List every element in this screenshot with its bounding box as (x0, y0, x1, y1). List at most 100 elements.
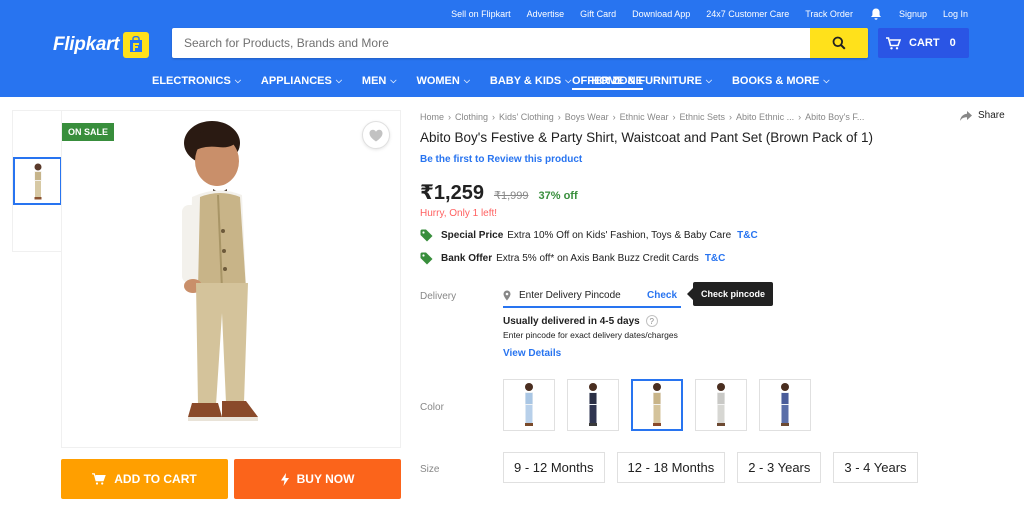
add-to-cart-button[interactable]: ADD TO CART (61, 459, 228, 499)
breadcrumb-kids-clothing[interactable]: Kids' Clothing (499, 112, 554, 122)
share-label: Share (978, 110, 1005, 121)
cart-icon (886, 36, 901, 49)
breadcrumb-clothing[interactable]: Clothing (455, 112, 488, 122)
offer-title: Bank Offer (441, 253, 493, 264)
offer-text: Extra 10% Off on Kids' Fashion, Toys & B… (507, 230, 732, 241)
chevron-down-icon: ⌵ (565, 76, 572, 85)
nav-appliances[interactable]: APPLIANCES ⌵ (261, 75, 342, 87)
nav-offer-zone[interactable]: OFFER ZONE (572, 75, 643, 90)
offer-title: Special Price (441, 230, 504, 241)
search-button[interactable] (810, 28, 868, 58)
category-nav: ELECTRONICS ⌵ APPLIANCES ⌵ MEN ⌵ WOMEN ⌵ BAB… (152, 75, 849, 90)
header-bar: Sell on Flipkart Advertise Gift Card Dow… (0, 0, 1024, 97)
cart-count: 0 (949, 37, 956, 49)
share-icon (960, 110, 972, 121)
gift-card-link[interactable]: Gift Card (580, 9, 616, 19)
color-swatch-grey[interactable] (695, 379, 747, 431)
add-to-cart-label: ADD TO CART (114, 472, 197, 486)
color-swatch-navy[interactable] (567, 379, 619, 431)
color-swatch-light-blue[interactable] (503, 379, 555, 431)
nav-electronics[interactable]: ELECTRONICS ⌵ (152, 75, 241, 87)
review-link[interactable]: Be the first to Review this product (420, 154, 582, 165)
cart-button[interactable]: CART 0 (878, 28, 969, 58)
delivery-estimate: Usually delivered in 4-5 days ? (503, 315, 658, 327)
chevron-down-icon: ⌵ (463, 76, 470, 85)
size-option[interactable]: 3 - 4 Years (833, 452, 918, 483)
nav-men[interactable]: MEN ⌵ (362, 75, 397, 87)
breadcrumb-ethnic-wear[interactable]: Ethnic Wear (620, 112, 669, 122)
share-button[interactable]: Share (960, 110, 1005, 121)
price-block: ₹1,259 ₹1,999 37% off (420, 180, 578, 205)
nav-women[interactable]: WOMEN ⌵ (416, 75, 469, 87)
check-pincode-button[interactable]: Check (647, 290, 677, 301)
delivery-label: Delivery (420, 291, 457, 302)
size-option[interactable]: 9 - 12 Months (503, 452, 605, 483)
offer-tag-icon (420, 252, 433, 265)
view-details-link[interactable]: View Details (503, 348, 561, 359)
nav-label: BOOKS & MORE (731, 75, 820, 87)
color-swatch-beige-selected[interactable] (631, 379, 683, 431)
stock-alert: Hurry, Only 1 left! (420, 208, 498, 219)
offer-special-price: Special Price Extra 10% Off on Kids' Fas… (420, 229, 758, 242)
flipkart-logo[interactable]: Flipkart (53, 32, 150, 58)
breadcrumb-abito-ethnic[interactable]: Abito Ethnic ... (736, 112, 794, 122)
thumbnail-strip (12, 110, 62, 252)
search-input[interactable] (172, 28, 810, 58)
offer-tag-icon (420, 229, 433, 242)
size-option[interactable]: 12 - 18 Months (616, 452, 726, 483)
logo-bag-icon (123, 32, 150, 58)
signup-link[interactable]: Signup (899, 9, 927, 19)
wishlist-heart-icon[interactable] (362, 121, 390, 149)
buy-now-label: BUY NOW (296, 472, 355, 486)
color-label: Color (420, 402, 444, 413)
track-order-link[interactable]: Track Order (805, 9, 853, 19)
nav-baby-kids[interactable]: BABY & KIDS ⌵ (490, 75, 571, 87)
search-bar (172, 28, 868, 58)
on-sale-badge: ON SALE (62, 123, 115, 141)
chevron-right-icon: › (672, 112, 676, 122)
breadcrumb-home[interactable]: Home (420, 112, 444, 122)
breadcrumb: Home › Clothing › Kids' Clothing › Boys Wea… (420, 112, 864, 122)
top-links: Sell on Flipkart Advertise Gift Card Dow… (435, 7, 968, 21)
product-thumbnail[interactable] (13, 157, 62, 205)
size-option[interactable]: 2 - 3 Years (737, 452, 822, 483)
notification-bell-icon[interactable] (869, 7, 883, 21)
nav-books-more[interactable]: BOOKS & MORE ⌵ (732, 75, 829, 87)
size-options: 9 - 12 Months 12 - 18 Months 2 - 3 Years… (503, 452, 930, 483)
chevron-down-icon: ⌵ (390, 76, 397, 85)
download-app-link[interactable]: Download App (632, 9, 690, 19)
chevron-right-icon: › (612, 112, 616, 122)
color-swatch-blue[interactable] (759, 379, 811, 431)
delivery-estimate-text: Usually delivered in 4-5 days (503, 315, 640, 327)
advertise-link[interactable]: Advertise (527, 9, 565, 19)
delivery-note: Enter pincode for exact delivery dates/c… (503, 330, 678, 340)
location-pin-icon (503, 290, 511, 300)
terms-link[interactable]: T&C (737, 230, 758, 241)
chevron-right-icon: › (448, 112, 452, 122)
nav-label: MEN (361, 75, 387, 87)
chevron-right-icon: › (798, 112, 802, 122)
cart-icon (92, 473, 107, 485)
check-pincode-tooltip: Check pincode (686, 282, 774, 306)
nav-label: APPLIANCES (260, 75, 332, 87)
nav-label: BABY & KIDS (489, 75, 562, 87)
customer-care-link[interactable]: 24x7 Customer Care (706, 9, 789, 19)
pincode-input[interactable] (519, 289, 645, 301)
cart-label: CART (909, 37, 940, 49)
chevron-down-icon: ⌵ (823, 76, 830, 85)
sell-link[interactable]: Sell on Flipkart (451, 9, 511, 19)
terms-link[interactable]: T&C (705, 253, 726, 264)
login-link[interactable]: Log In (943, 9, 968, 19)
product-main-image[interactable] (61, 110, 401, 448)
help-icon[interactable]: ? (645, 315, 658, 327)
size-label: Size (420, 464, 440, 475)
chevron-right-icon: › (492, 112, 496, 122)
logo-text: Flipkart (53, 34, 120, 55)
offer-bank: Bank Offer Extra 5% off* on Axis Bank Bu… (420, 252, 725, 265)
breadcrumb-ethnic-sets[interactable]: Ethnic Sets (680, 112, 726, 122)
buy-now-button[interactable]: BUY NOW (234, 459, 401, 499)
breadcrumb-current[interactable]: Abito Boy's F... (805, 112, 864, 122)
nav-label: WOMEN (416, 75, 460, 87)
breadcrumb-boys-wear[interactable]: Boys Wear (565, 112, 609, 122)
search-icon (832, 36, 846, 50)
